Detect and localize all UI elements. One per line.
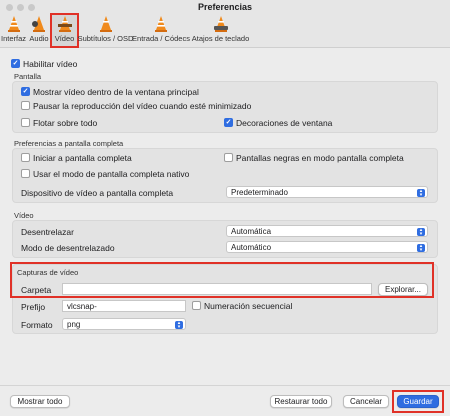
enable-video-checkbox[interactable]: ✓ — [11, 59, 20, 68]
snapshots-highlight-box — [10, 262, 434, 298]
video-section-title: Vídeo — [14, 211, 34, 220]
fullscreen-device-label: Dispositivo de vídeo a pantalla completa — [21, 188, 174, 198]
tab-input-codecs[interactable]: Entrada / Códecs — [132, 14, 190, 48]
start-fullscreen-checkbox[interactable] — [21, 153, 30, 162]
video-tab-highlight-box — [50, 13, 79, 48]
keyboard-cone-icon — [213, 16, 228, 32]
deinterlace-label: Desentrelazar — [21, 227, 74, 237]
tab-subtitles-osd-label: Subtítulos / OSD — [77, 34, 134, 43]
tab-interface-label: Interfaz — [0, 34, 26, 43]
tab-interface[interactable]: Interfaz — [0, 14, 27, 48]
tab-input-codecs-label: Entrada / Códecs — [132, 34, 190, 43]
deinterlace-mode-label: Modo de desentrelazado — [21, 243, 115, 253]
sequential-numbering-checkbox[interactable] — [192, 301, 201, 310]
fullscreen-device-value: Predeterminado — [231, 188, 288, 197]
snapshot-format-select[interactable]: png ▴ ▾ — [62, 318, 186, 330]
black-screens-checkbox[interactable] — [224, 153, 233, 162]
save-highlight-box — [392, 390, 444, 413]
deinterlace-mode-value: Automático — [231, 243, 272, 252]
black-screens-label: Pantallas negras en modo pantalla comple… — [236, 153, 404, 163]
embedded-video-checkbox[interactable]: ✓ — [21, 87, 30, 96]
fullscreen-section-title: Preferencias a pantalla completa — [14, 139, 124, 148]
native-fullscreen-label: Usar el modo de pantalla completa nativo — [33, 169, 190, 179]
deinterlace-select[interactable]: Automática ▴ ▾ — [226, 225, 428, 237]
display-section-title: Pantalla — [14, 72, 42, 81]
deinterlace-value: Automática — [231, 227, 272, 236]
cancel-button[interactable]: Cancelar — [343, 395, 389, 408]
window-decorations-label: Decoraciones de ventana — [236, 118, 333, 128]
window-decorations-checkbox[interactable]: ✓ — [224, 118, 233, 127]
window-title: Preferencias — [197, 2, 253, 12]
footer-separator — [0, 385, 450, 386]
show-all-button[interactable]: Mostrar todo — [10, 395, 70, 408]
sequential-numbering-label: Numeración secuencial — [204, 301, 293, 311]
chevron-updown-icon: ▴ ▾ — [417, 227, 425, 236]
cone-icon — [7, 16, 20, 32]
native-fullscreen-checkbox[interactable] — [21, 169, 30, 178]
chevron-updown-icon: ▴ ▾ — [417, 243, 425, 252]
pause-minimized-checkbox[interactable] — [21, 101, 30, 110]
input-cone-icon — [155, 16, 167, 32]
chevron-updown-icon: ▴ ▾ — [175, 320, 183, 329]
snapshot-prefix-input[interactable]: vlcsnap- — [62, 300, 186, 312]
always-on-top-checkbox[interactable] — [21, 118, 30, 127]
subtitles-icon — [99, 16, 112, 32]
tab-subtitles-osd[interactable]: Subtítulos / OSD — [77, 14, 134, 48]
tab-audio[interactable]: Audio — [29, 14, 49, 48]
reset-all-button[interactable]: Restaurar todo — [270, 395, 332, 408]
snapshot-format-label: Formato — [21, 320, 53, 330]
enable-video-label: Habilitar vídeo — [23, 59, 78, 69]
embedded-video-label: Mostrar vídeo dentro de la ventana princ… — [33, 87, 199, 97]
deinterlace-mode-select[interactable]: Automático ▴ ▾ — [226, 241, 428, 253]
chevron-updown-icon: ▴ ▾ — [417, 188, 425, 197]
snapshot-prefix-label: Prefijo — [21, 302, 46, 312]
fullscreen-device-select[interactable]: Predeterminado ▴ ▾ — [226, 186, 428, 198]
speaker-icon — [32, 16, 45, 32]
snapshot-format-value: png — [67, 320, 81, 329]
always-on-top-label: Flotar sobre todo — [33, 118, 98, 128]
tab-hotkeys-label: Atajos de teclado — [191, 34, 250, 43]
tab-audio-label: Audio — [29, 34, 49, 43]
start-fullscreen-label: Iniciar a pantalla completa — [33, 153, 132, 163]
tab-hotkeys[interactable]: Atajos de teclado — [192, 14, 249, 48]
pause-minimized-label: Pausar la reproducción del vídeo cuando … — [33, 101, 252, 111]
